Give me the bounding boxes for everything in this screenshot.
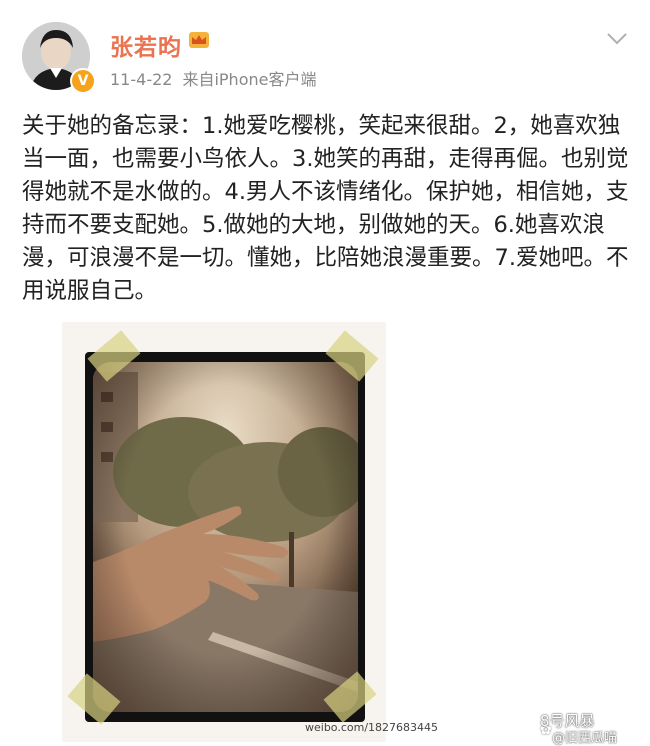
hand-photo bbox=[93, 362, 358, 712]
post-source[interactable]: 来自iPhone客户端 bbox=[182, 70, 316, 89]
verified-badge-icon: V bbox=[70, 68, 96, 94]
chevron-down-icon[interactable] bbox=[606, 32, 628, 46]
username[interactable]: 张若昀 bbox=[110, 28, 182, 62]
post-text: 关于她的备忘录：1.她爱吃樱桃，笑起来很甜。2，她喜欢独当一面，也需要小鸟依人。… bbox=[22, 113, 629, 304]
post-date: 11-4-22 bbox=[110, 70, 173, 89]
image-watermark: weibo.com/1827683445 bbox=[305, 721, 439, 734]
overlay-handle: @旧西瓜喵 bbox=[552, 731, 618, 746]
crown-icon bbox=[189, 32, 209, 48]
post-photo bbox=[93, 362, 358, 712]
post-meta: 11-4-22 来自iPhone客户端 bbox=[110, 66, 316, 90]
